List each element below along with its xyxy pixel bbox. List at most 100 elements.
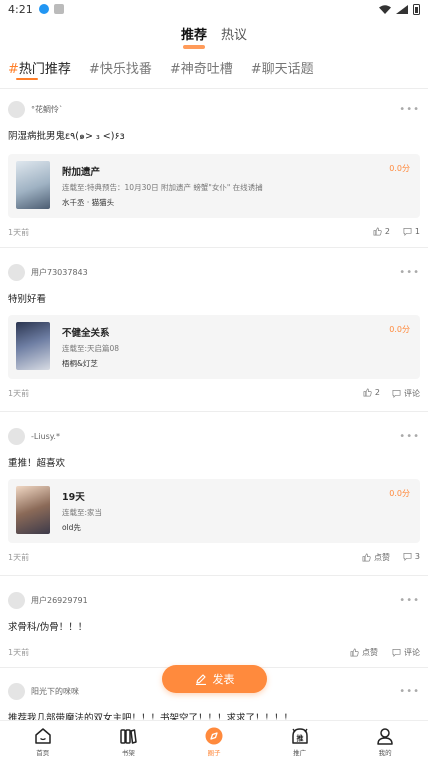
more-options-icon[interactable]: •••	[399, 431, 420, 442]
book-author: old先	[62, 523, 81, 532]
like-count: 2	[384, 227, 390, 236]
bottom-nav: 首页 书架 圈子 推 推广 我的	[0, 720, 428, 761]
publish-button[interactable]: 发表	[162, 665, 267, 693]
post-text: 阴湿病批男鬼ε٩(๑> ₃ <)۶з	[8, 131, 125, 142]
more-options-icon[interactable]: •••	[399, 595, 420, 606]
nav-promote-label: 推广	[293, 748, 307, 757]
post-divider	[0, 247, 428, 248]
header-divider	[0, 88, 428, 89]
avatar[interactable]	[8, 100, 25, 118]
nav-profile-label: 我的	[378, 748, 392, 757]
book-author: 水千丞 · 猫猫头	[62, 198, 115, 207]
shield-notification-icon	[53, 4, 64, 14]
like-button[interactable]: 2	[363, 388, 380, 397]
username[interactable]: °花鲷怜ˋ	[31, 104, 63, 115]
comment-button[interactable]: 评论	[392, 647, 420, 658]
tab-recommend[interactable]: 推荐	[180, 24, 207, 49]
like-button[interactable]: 点赞	[362, 552, 390, 563]
nav-circle[interactable]: 圈子	[171, 721, 257, 761]
book-update: 连载至:家当	[62, 508, 103, 517]
username[interactable]: 用户73037843	[31, 267, 88, 278]
topic-chat[interactable]: #聊天话题	[251, 58, 314, 77]
more-options-icon[interactable]: •••	[399, 267, 420, 278]
svg-text:推: 推	[296, 733, 303, 742]
top-tabs: 推荐 热议	[0, 24, 428, 49]
comment-count: 1	[414, 227, 420, 236]
like-count: 2	[374, 388, 380, 397]
thumbs-up-icon	[373, 227, 382, 236]
topic-active-indicator	[16, 78, 38, 80]
battery-icon	[413, 3, 420, 15]
nav-home[interactable]: 首页	[0, 721, 86, 761]
topic-filter-row: #热门推荐 #快乐找番 #神奇吐槽 #聊天话题	[0, 58, 428, 80]
post-text: 重推！超喜欢	[8, 458, 66, 469]
post-card[interactable]: 用户73037843 ••• 特别好看 不健全关系 连载至:天启篇08 梧桐&灯…	[8, 262, 420, 402]
book-score: 0.0分	[389, 164, 410, 173]
circle-icon	[205, 727, 223, 744]
book-cover	[16, 161, 50, 209]
nav-home-label: 首页	[36, 748, 50, 757]
topic-label: 热门推荐	[18, 62, 71, 77]
topic-funny-rants[interactable]: #神奇吐槽	[170, 58, 233, 77]
like-button[interactable]: 2	[373, 227, 390, 236]
post-time: 1天前	[8, 648, 30, 657]
pencil-icon	[195, 674, 206, 685]
dollar-notification-icon	[38, 4, 49, 14]
avatar[interactable]	[8, 427, 25, 445]
promote-icon: 推	[291, 727, 308, 744]
topic-label: 快乐找番	[99, 62, 152, 77]
nav-circle-label: 圈子	[207, 748, 221, 757]
post-card[interactable]: 用户26929791 ••• 求骨科/伪骨！！！ 1天前 点赞 评论	[8, 590, 420, 661]
bookshelf-icon	[120, 728, 138, 744]
topic-hot-recommend[interactable]: #热门推荐	[8, 58, 71, 80]
post-text: 求骨科/伪骨！！！	[8, 622, 88, 633]
book-card[interactable]: 不健全关系 连载至:天启篇08 梧桐&灯芝 0.0分	[8, 315, 420, 379]
nav-profile[interactable]: 我的	[342, 721, 428, 761]
nav-bookshelf[interactable]: 书架	[86, 721, 172, 761]
thumbs-up-icon	[350, 648, 359, 657]
comment-button[interactable]: 1	[403, 227, 420, 236]
nav-promote[interactable]: 推 推广	[257, 721, 343, 761]
comment-icon	[403, 227, 412, 236]
book-card[interactable]: 19天 连载至:家当 old先 0.0分	[8, 479, 420, 543]
like-button[interactable]: 点赞	[350, 647, 378, 658]
book-title: 19天	[62, 492, 85, 503]
comment-icon	[392, 648, 401, 657]
username[interactable]: -Liusy.*	[31, 432, 60, 441]
status-bar: 4:21	[0, 0, 428, 18]
comment-button[interactable]: 评论	[392, 388, 420, 399]
post-card[interactable]: -Liusy.* ••• 重推！超喜欢 19天 连载至:家当 old先 0.0分…	[8, 426, 420, 566]
profile-icon	[377, 727, 393, 745]
avatar[interactable]	[8, 682, 25, 700]
book-update: 连载至:特典预告：10月30日 附加遗产 螃蟹"女仆" 在线诱捕	[62, 183, 263, 192]
topic-hash: #	[8, 62, 19, 77]
comment-count: 评论	[404, 389, 420, 398]
post-divider	[0, 411, 428, 412]
topic-happy-search[interactable]: #快乐找番	[89, 58, 152, 77]
home-icon	[35, 727, 51, 744]
tab-recommend-label: 推荐	[180, 28, 207, 43]
username[interactable]: 用户26929791	[31, 595, 88, 606]
avatar[interactable]	[8, 591, 25, 609]
tab-hot-discussion[interactable]: 热议	[221, 24, 247, 46]
more-options-icon[interactable]: •••	[399, 104, 420, 115]
post-card[interactable]: °花鲷怜ˋ ••• 阴湿病批男鬼ε٩(๑> ₃ <)۶з 附加遗产 连载至:特典…	[8, 99, 420, 241]
topic-label: 聊天话题	[261, 62, 314, 77]
post-text: 特别好看	[8, 294, 47, 305]
more-options-icon[interactable]: •••	[399, 686, 420, 697]
username[interactable]: 阳光下的咪咪	[31, 686, 79, 697]
comment-count: 评论	[404, 648, 420, 657]
comment-count: 3	[414, 552, 420, 561]
book-card[interactable]: 附加遗产 连载至:特典预告：10月30日 附加遗产 螃蟹"女仆" 在线诱捕 水千…	[8, 154, 420, 218]
post-divider	[0, 575, 428, 576]
nav-bookshelf-label: 书架	[121, 748, 135, 757]
comment-icon	[392, 389, 401, 398]
book-title: 附加遗产	[62, 167, 101, 178]
book-author: 梧桐&灯芝	[62, 359, 98, 368]
topic-label: 神奇吐槽	[180, 62, 233, 77]
topic-hash: #	[88, 62, 100, 77]
like-count: 点赞	[374, 553, 390, 562]
comment-button[interactable]: 3	[403, 552, 420, 561]
avatar[interactable]	[8, 263, 25, 281]
post-time: 1天前	[8, 389, 30, 398]
